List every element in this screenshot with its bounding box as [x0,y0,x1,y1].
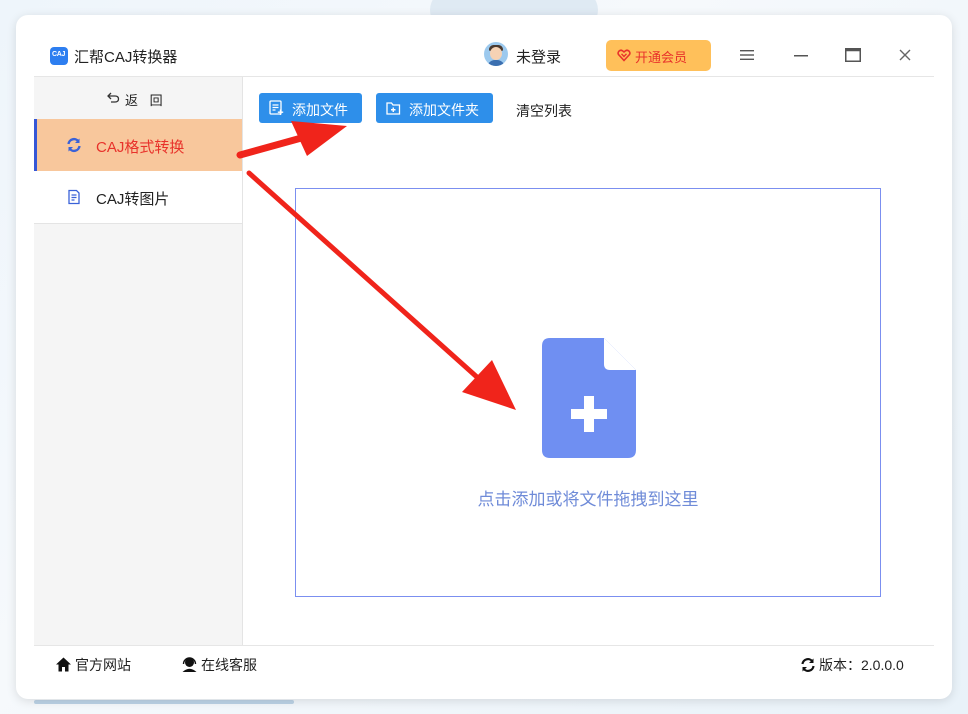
add-folder-label: 添加文件夹 [409,102,479,118]
title-bar: CAJ 汇帮CAJ转换器 未登录 开通会员 [16,15,952,77]
app-title: 汇帮CAJ转换器 [74,49,178,66]
add-file-label: 添加文件 [292,102,348,118]
refresh-icon [67,137,81,153]
version-label: 版本：2.0.0.0 [819,657,904,673]
add-folder-button[interactable]: 添加文件夹 [376,93,493,123]
support-label: 在线客服 [201,657,257,673]
home-icon [56,657,71,672]
add-folder-icon [386,102,401,115]
maximize-icon[interactable] [841,43,865,67]
back-label: 返 回 [125,93,167,108]
document-icon [68,189,80,205]
sidebar: 返 回 CAJ格式转换 CAJ转图片 [34,77,243,645]
app-window: CAJ 汇帮CAJ转换器 未登录 开通会员 返 回 CAJ格式转换 CAJ转图片… [16,15,952,699]
vip-button[interactable]: 开通会员 [606,40,711,71]
diamond-heart-icon [617,49,631,62]
back-arrow-icon [107,92,120,103]
active-indicator [34,119,37,171]
add-file-button[interactable]: 添加文件 [259,93,362,123]
add-file-icon [269,100,284,115]
drop-hint: 点击添加或将文件拖拽到这里 [477,490,699,509]
back-button[interactable]: 返 回 [34,77,242,119]
avatar[interactable] [484,42,508,66]
sidebar-item-caj-to-image[interactable]: CAJ转图片 [34,171,242,224]
login-status[interactable]: 未登录 [516,46,561,67]
refresh-icon [801,658,815,672]
support-icon [182,657,197,672]
clear-list-button[interactable]: 清空列表 [516,101,572,121]
app-logo-icon: CAJ [50,47,68,65]
website-label: 官方网站 [75,657,131,673]
close-icon[interactable] [893,43,917,67]
hamburger-icon[interactable] [735,43,759,67]
file-drop-zone[interactable]: 点击添加或将文件拖拽到这里 [295,188,881,597]
background-bar [34,700,294,704]
sidebar-item-label: CAJ格式转换 [96,139,185,156]
vip-label: 开通会员 [635,50,688,65]
file-add-icon [542,338,636,458]
sidebar-item-caj-convert[interactable]: CAJ格式转换 [34,119,242,171]
sidebar-item-label: CAJ转图片 [96,191,170,208]
minimize-icon[interactable] [789,43,813,67]
divider [34,645,934,646]
